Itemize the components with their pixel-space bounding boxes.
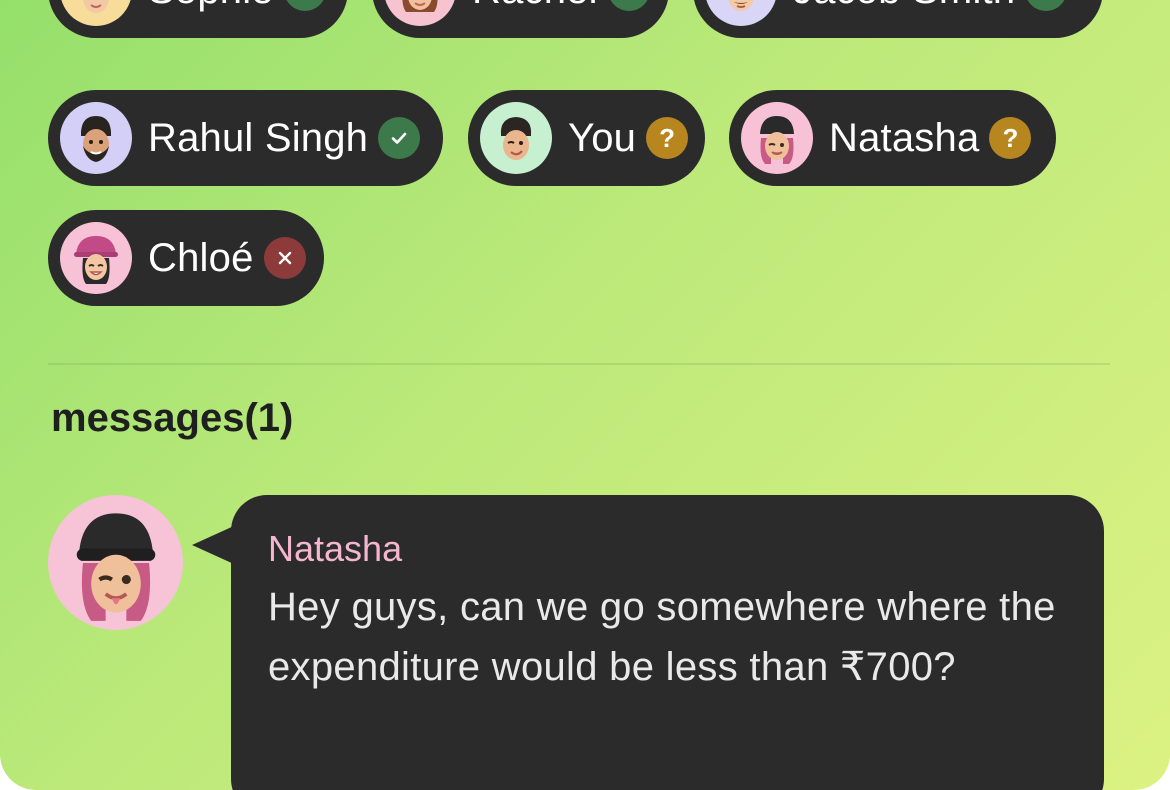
question-icon: ? [646, 117, 689, 159]
check-icon [1025, 0, 1068, 11]
message-bubble: Natasha Hey guys, can we go somewhere wh… [231, 495, 1104, 790]
avatar [384, 0, 456, 26]
participant-chip-jacob-smith[interactable]: Jacob Smith [693, 0, 1103, 38]
participant-chip-chloe[interactable]: Chloé [48, 210, 324, 306]
avatar [741, 102, 813, 174]
check-icon [283, 0, 326, 11]
participant-name: Sophie [148, 0, 274, 13]
participant-chip-you[interactable]: You ? [468, 90, 705, 186]
messages-heading: messages(1) [51, 396, 294, 440]
check-icon [378, 117, 421, 159]
participant-name: Natasha [829, 115, 980, 160]
event-card: Sophie Rachel [0, 0, 1170, 790]
avatar [60, 0, 132, 26]
participant-chip-natasha[interactable]: Natasha ? [729, 90, 1056, 186]
check-icon [607, 0, 650, 11]
memoji-rachel-icon [402, 0, 438, 12]
message-author: Natasha [268, 528, 403, 569]
message-text: Hey guys, can we go somewhere where the … [268, 585, 1056, 689]
message-author-avatar [48, 495, 183, 630]
memoji-rahul-icon [81, 116, 111, 162]
avatar [705, 0, 777, 26]
memoji-sophie-icon [83, 0, 109, 13]
avatar [60, 222, 132, 294]
memoji-jacob-icon [728, 0, 754, 11]
participant-chip-rachel[interactable]: Rachel [372, 0, 669, 38]
memoji-chloe-icon [74, 236, 118, 284]
avatar [60, 102, 132, 174]
divider [48, 363, 1110, 365]
participant-name: Rachel [472, 0, 598, 13]
memoji-natasha-icon [76, 512, 155, 621]
memoji-you-icon [500, 117, 532, 160]
question-icon: ? [989, 117, 1032, 159]
memoji-natasha-icon [760, 116, 794, 164]
message-bubble-tail [192, 525, 236, 565]
participant-name: Jacob Smith [793, 0, 1015, 13]
participant-name: Chloé [148, 235, 254, 280]
avatar [480, 102, 552, 174]
participant-name: Rahul Singh [148, 115, 369, 160]
x-icon [263, 237, 306, 279]
participant-name: You [568, 115, 637, 160]
participant-chip-rahul-singh[interactable]: Rahul Singh [48, 90, 443, 186]
participant-chip-sophie[interactable]: Sophie [48, 0, 348, 38]
